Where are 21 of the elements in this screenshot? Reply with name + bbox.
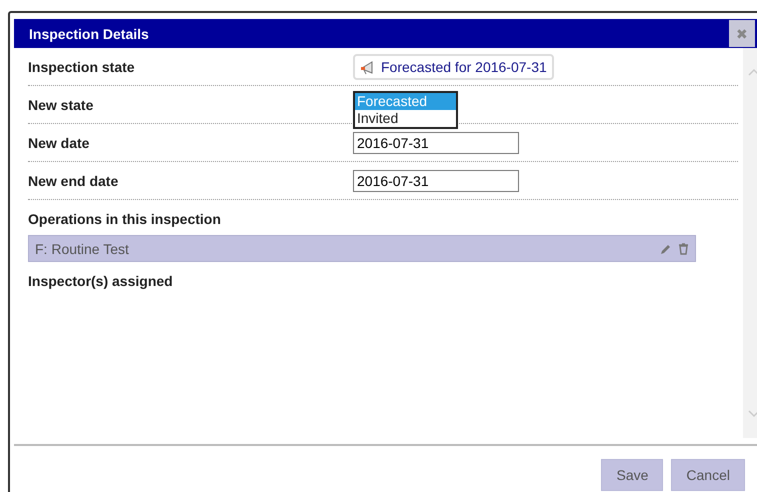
dialog-button[interactable]: Cancel (671, 459, 745, 491)
dialog-title: Inspection Details (29, 26, 149, 42)
operation-text: F: Routine Test (35, 240, 129, 256)
date-field[interactable]: 2016-07-31 (353, 132, 519, 154)
chevron-down-icon[interactable] (748, 410, 757, 418)
state-option[interactable]: Forecasted (355, 93, 456, 110)
operation-row[interactable]: F: Routine Test (28, 235, 696, 262)
chevron-up-icon[interactable] (748, 68, 757, 76)
field-label: New end date (28, 172, 120, 188)
pencil-icon[interactable] (660, 242, 672, 254)
close-button[interactable]: ✖ (729, 20, 755, 47)
field-label: New date (28, 134, 90, 150)
field-label: Inspection state (28, 58, 136, 74)
state-dropdown-menu[interactable]: Forecasted Invited (353, 91, 458, 129)
section-heading: Operations in this inspection (28, 211, 222, 227)
trash-icon[interactable] (678, 242, 689, 254)
field-label: New state (28, 96, 94, 112)
section-heading: Inspector(s) assigned (28, 273, 174, 289)
date-field[interactable]: 2016-07-31 (353, 170, 519, 192)
dialog-button[interactable]: Save (601, 459, 664, 491)
status-text: Forecasted for 2016-07-31 (381, 58, 547, 74)
